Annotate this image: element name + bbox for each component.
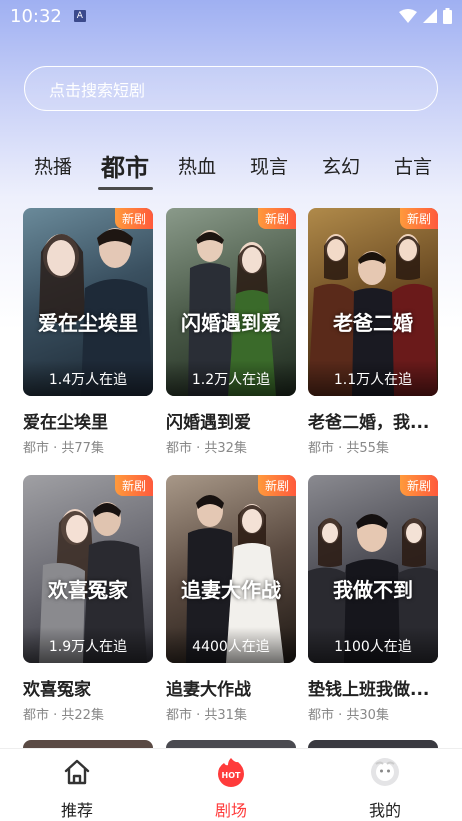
battery-icon (443, 8, 452, 24)
signal-icon (423, 9, 437, 23)
drama-title: 垫钱上班我做... (308, 680, 430, 700)
drama-card[interactable]: 我做不到 新剧 1100人在追 垫钱上班我做... 都市 · 共30集 (308, 475, 438, 723)
poster-title: 闪婚遇到爱 (181, 311, 281, 335)
hot-icon: HOT (191, 757, 271, 787)
poster-title: 追妻大作战 (181, 578, 281, 602)
drama-title: 爱在尘埃里 (23, 413, 108, 433)
tab-xianyan[interactable]: 现言 (250, 145, 288, 185)
drama-title: 欢喜冤家 (23, 680, 91, 700)
nav-label: 我的 (368, 801, 401, 820)
drama-poster: 追妻大作战 新剧 4400人在追 (166, 475, 296, 663)
drama-card[interactable]: 欢喜冤家 新剧 1.9万人在追 欢喜冤家 都市 · 共22集 (23, 475, 153, 723)
status-time: 10:32 (10, 5, 62, 27)
search-input[interactable]: 点击搜索短剧 (24, 66, 438, 111)
nav-profile[interactable]: 我的 (345, 757, 425, 821)
watching-count: 1.4万人在追 (23, 360, 153, 396)
nav-label: 剧场 (214, 801, 247, 820)
drama-poster: 闪婚遇到爱 新剧 1.2万人在追 (166, 208, 296, 396)
drama-poster: 欢喜冤家 新剧 1.9万人在追 (23, 475, 153, 663)
svg-text:HOT: HOT (222, 771, 241, 780)
status-icons (399, 8, 452, 24)
drama-card[interactable]: 爱在尘埃里 新剧 1.4万人在追 爱在尘埃里 都市 · 共77集 (23, 208, 153, 456)
watching-count: 1100人在追 (308, 627, 438, 663)
drama-title: 老爸二婚，我... (308, 413, 430, 433)
nav-recommend[interactable]: 推荐 (37, 757, 117, 821)
drama-card[interactable]: 追妻大作战 新剧 4400人在追 追妻大作战 都市 · 共31集 (166, 475, 296, 723)
category-tabs: 热播 都市 热血 现言 玄幻 古言 (0, 145, 462, 191)
tab-rexue[interactable]: 热血 (178, 145, 216, 185)
drama-poster: 老爸二婚 新剧 1.1万人在追 (308, 208, 438, 396)
active-tab-indicator (98, 187, 153, 190)
status-bar: 10:32 A (0, 0, 462, 32)
search-placeholder: 点击搜索短剧 (49, 80, 146, 100)
drama-grid: 爱在尘埃里 新剧 1.4万人在追 爱在尘埃里 都市 · 共77集 闪婚遇到爱 新… (0, 205, 462, 750)
poster-title: 爱在尘埃里 (38, 311, 138, 335)
drama-meta: 都市 · 共31集 (166, 708, 247, 723)
new-badge: 新剧 (115, 208, 153, 229)
new-badge: 新剧 (400, 208, 438, 229)
poster-title: 老爸二婚 (333, 311, 413, 335)
new-badge: 新剧 (400, 475, 438, 496)
drama-meta: 都市 · 共22集 (23, 708, 104, 723)
drama-meta: 都市 · 共55集 (308, 441, 389, 456)
tab-xuanhuan[interactable]: 玄幻 (322, 145, 360, 185)
tab-guyan[interactable]: 古言 (394, 145, 432, 185)
tab-rebo[interactable]: 热播 (34, 145, 72, 185)
notification-icon: A (73, 10, 86, 22)
tab-dushi[interactable]: 都市 (101, 145, 149, 185)
bottom-navigation: 推荐 HOT 剧场 我的 (0, 748, 462, 821)
nav-label: 推荐 (60, 801, 93, 820)
watching-count: 1.9万人在追 (23, 627, 153, 663)
watching-count: 1.2万人在追 (166, 360, 296, 396)
drama-meta: 都市 · 共30集 (308, 708, 389, 723)
drama-title: 闪婚遇到爱 (166, 413, 251, 433)
drama-meta: 都市 · 共77集 (23, 441, 104, 456)
wifi-icon (399, 9, 417, 23)
new-badge: 新剧 (258, 208, 296, 229)
new-badge: 新剧 (115, 475, 153, 496)
watching-count: 1.1万人在追 (308, 360, 438, 396)
profile-icon (345, 757, 425, 787)
drama-title: 追妻大作战 (166, 680, 251, 700)
drama-meta: 都市 · 共32集 (166, 441, 247, 456)
drama-poster: 我做不到 新剧 1100人在追 (308, 475, 438, 663)
poster-title: 欢喜冤家 (48, 578, 128, 602)
new-badge: 新剧 (258, 475, 296, 496)
nav-theater[interactable]: HOT 剧场 (191, 757, 271, 821)
drama-poster: 爱在尘埃里 新剧 1.4万人在追 (23, 208, 153, 396)
drama-card[interactable]: 老爸二婚 新剧 1.1万人在追 老爸二婚，我... 都市 · 共55集 (308, 208, 438, 456)
drama-card[interactable]: 闪婚遇到爱 新剧 1.2万人在追 闪婚遇到爱 都市 · 共32集 (166, 208, 296, 456)
poster-title: 我做不到 (333, 578, 413, 602)
home-icon (37, 757, 117, 787)
watching-count: 4400人在追 (166, 627, 296, 663)
